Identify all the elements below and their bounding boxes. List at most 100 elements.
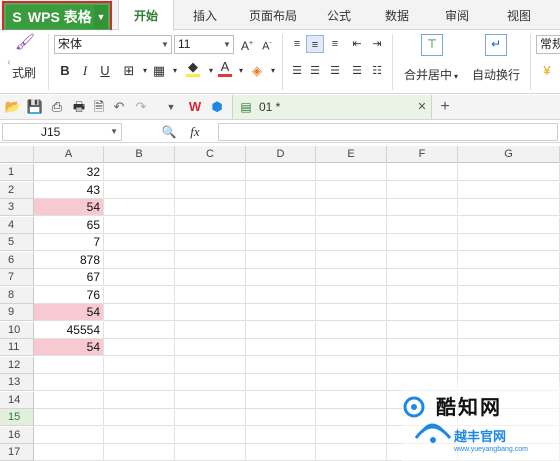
cell-e11[interactable]	[316, 339, 387, 356]
row-header-11[interactable]: 11	[0, 339, 34, 356]
cell-c7[interactable]	[175, 269, 246, 286]
cell-b7[interactable]	[104, 269, 175, 286]
save-icon[interactable]: 💾	[26, 98, 44, 116]
cell-e13[interactable]	[316, 374, 387, 391]
align-middle-icon[interactable]: ≡	[306, 35, 324, 53]
column-header-g[interactable]: G	[458, 146, 560, 163]
cell-a10[interactable]: 45554	[34, 321, 104, 339]
cell-b1[interactable]	[104, 164, 175, 181]
cell-a16[interactable]	[34, 426, 104, 444]
distributed-align-icon[interactable]: ☷	[368, 62, 386, 80]
zoom-search-icon[interactable]: 🔍	[160, 123, 178, 141]
cell-d1[interactable]	[246, 164, 316, 181]
cell-f1[interactable]	[387, 164, 458, 181]
cell-c14[interactable]	[175, 391, 246, 409]
cell-a11[interactable]: 54	[34, 339, 104, 356]
row-header-7[interactable]: 7	[0, 269, 34, 286]
column-header-b[interactable]: B	[104, 146, 175, 163]
cell-f3[interactable]	[387, 199, 458, 216]
cell-e17[interactable]	[316, 444, 387, 461]
cell-b2[interactable]	[104, 181, 175, 199]
cell-e14[interactable]	[316, 391, 387, 409]
bold-button[interactable]: B	[56, 62, 74, 80]
cell-b17[interactable]	[104, 444, 175, 461]
row-header-3[interactable]: 3	[0, 199, 34, 216]
align-top-icon[interactable]: ≡	[288, 35, 306, 53]
cell-b8[interactable]	[104, 286, 175, 304]
column-header-c[interactable]: C	[175, 146, 246, 163]
cell-f12[interactable]	[387, 356, 458, 374]
cell-f5[interactable]	[387, 234, 458, 251]
cell-a14[interactable]	[34, 391, 104, 409]
cell-g6[interactable]	[458, 251, 560, 269]
cell-d2[interactable]	[246, 181, 316, 199]
cell-e10[interactable]	[316, 321, 387, 339]
redo-icon[interactable]: ↷	[132, 98, 150, 116]
cell-b6[interactable]	[104, 251, 175, 269]
column-header-d[interactable]: D	[246, 146, 316, 163]
tab-data[interactable]: 数据	[372, 0, 422, 30]
cell-a8[interactable]: 76	[34, 286, 104, 304]
column-header-e[interactable]: E	[316, 146, 387, 163]
cell-e16[interactable]	[316, 426, 387, 444]
cell-a15[interactable]	[34, 409, 104, 426]
cell-c2[interactable]	[175, 181, 246, 199]
decrease-indent-icon[interactable]: ⇤	[348, 35, 366, 53]
row-header-5[interactable]: 5	[0, 234, 34, 251]
select-all-corner[interactable]	[0, 146, 34, 163]
cell-d11[interactable]	[246, 339, 316, 356]
cell-d16[interactable]	[246, 426, 316, 444]
wps-writer-icon[interactable]: W	[186, 98, 204, 116]
cell-e1[interactable]	[316, 164, 387, 181]
row-header-17[interactable]: 17	[0, 444, 34, 461]
cell-b15[interactable]	[104, 409, 175, 426]
cell-f9[interactable]	[387, 304, 458, 321]
cell-g12[interactable]	[458, 356, 560, 374]
cell-d12[interactable]	[246, 356, 316, 374]
undo-icon[interactable]: ↶	[110, 98, 128, 116]
cell-c13[interactable]	[175, 374, 246, 391]
name-box[interactable]: J15 ▼	[2, 123, 122, 141]
cell-a6[interactable]: 878	[34, 251, 104, 269]
cell-f4[interactable]	[387, 216, 458, 234]
underline-button[interactable]: U	[96, 62, 114, 80]
cell-f10[interactable]	[387, 321, 458, 339]
merge-center-button[interactable]: 合并居中 ▾	[404, 66, 458, 83]
cell-d8[interactable]	[246, 286, 316, 304]
cell-a9[interactable]: 54	[34, 304, 104, 321]
cell-f11[interactable]	[387, 339, 458, 356]
cell-g11[interactable]	[458, 339, 560, 356]
cell-d5[interactable]	[246, 234, 316, 251]
cell-c16[interactable]	[175, 426, 246, 444]
cell-e5[interactable]	[316, 234, 387, 251]
cell-d7[interactable]	[246, 269, 316, 286]
cell-e15[interactable]	[316, 409, 387, 426]
cell-c10[interactable]	[175, 321, 246, 339]
align-right-icon[interactable]: ☰	[326, 62, 344, 80]
format-painter-label[interactable]: 式刷	[12, 64, 36, 81]
cell-g1[interactable]	[458, 164, 560, 181]
wps-app-menu-button[interactable]: S WPS 表格 ▼	[2, 1, 112, 33]
cell-b14[interactable]	[104, 391, 175, 409]
cell-a17[interactable]	[34, 444, 104, 461]
cell-g2[interactable]	[458, 181, 560, 199]
close-icon[interactable]: ✕	[413, 98, 431, 116]
cell-e7[interactable]	[316, 269, 387, 286]
cell-g3[interactable]	[458, 199, 560, 216]
cell-f8[interactable]	[387, 286, 458, 304]
cell-c17[interactable]	[175, 444, 246, 461]
row-header-10[interactable]: 10	[0, 321, 34, 339]
cell-c11[interactable]	[175, 339, 246, 356]
new-tab-icon[interactable]: +	[436, 98, 454, 116]
row-header-4[interactable]: 4	[0, 216, 34, 234]
row-header-12[interactable]: 12	[0, 356, 34, 374]
cell-c1[interactable]	[175, 164, 246, 181]
column-header-f[interactable]: F	[387, 146, 458, 163]
cell-c15[interactable]	[175, 409, 246, 426]
cell-g9[interactable]	[458, 304, 560, 321]
tab-formulas[interactable]: 公式	[314, 0, 364, 30]
row-header-1[interactable]: 1	[0, 164, 34, 181]
cell-a5[interactable]: 7	[34, 234, 104, 251]
cell-g4[interactable]	[458, 216, 560, 234]
cell-g8[interactable]	[458, 286, 560, 304]
